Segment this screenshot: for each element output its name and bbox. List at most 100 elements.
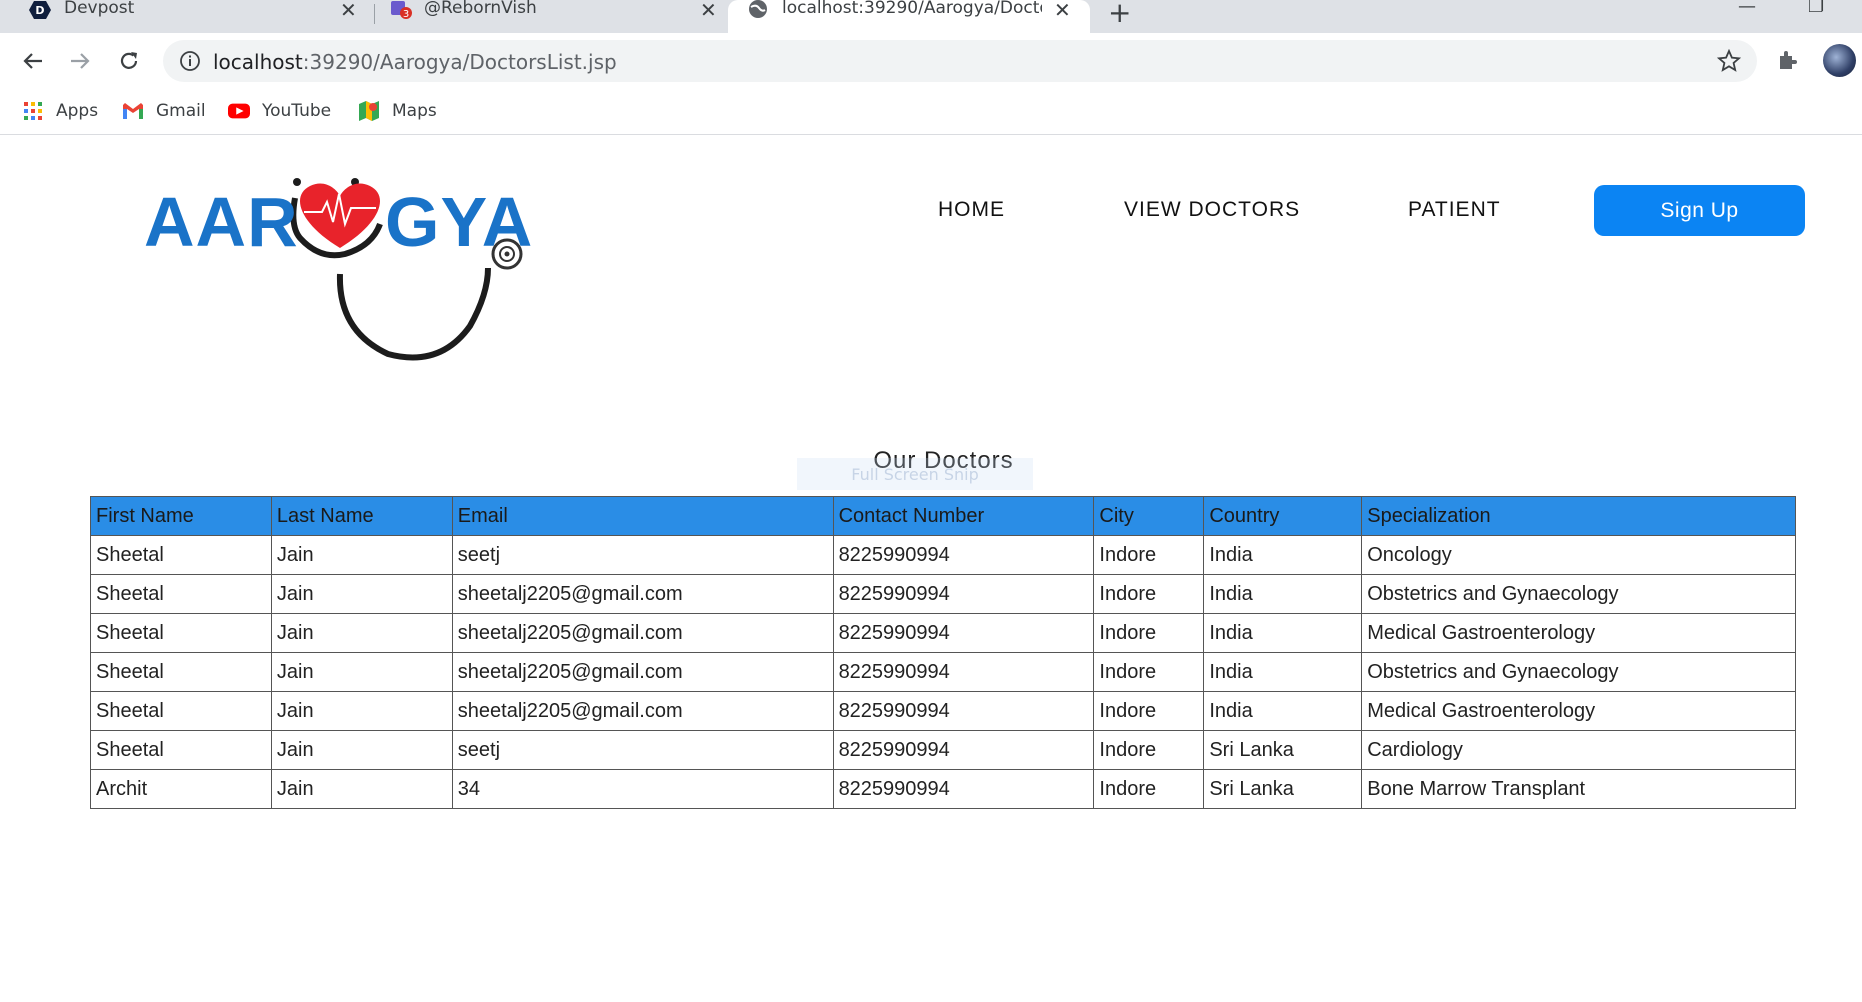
table-row: Sheetal Jain sheetalj2205@gmail.com 8225… [90, 613, 1796, 653]
profile-avatar[interactable] [1823, 44, 1856, 77]
back-arrow-icon[interactable] [18, 46, 48, 76]
cell-country: India [1203, 535, 1363, 575]
url-host: localhost [213, 50, 303, 74]
table-row: Archit Jain 34 8225990994 Indore Sri Lan… [90, 769, 1796, 809]
cell-country: India [1203, 652, 1363, 692]
aarogya-logo[interactable]: AAR GYA [140, 156, 560, 376]
url-path: :39290/Aarogya/DoctorsList.jsp [302, 50, 617, 74]
apps-grid-icon [22, 100, 44, 122]
url-text: localhost:39290/Aarogya/DoctorsList.jsp [213, 50, 617, 74]
cell-city: Indore [1093, 730, 1205, 770]
cell-last-name: Jain [270, 613, 453, 653]
devpost-d-icon: D [28, 0, 52, 20]
page-content: AAR GYA HOME VIEW DOCTORS PATIENT Sign U… [0, 136, 1862, 1002]
bookmark-label: Gmail [156, 101, 206, 121]
bookmark-maps[interactable]: Maps [358, 96, 437, 126]
cell-city: Indore [1093, 574, 1205, 614]
column-header: Last Name [270, 496, 453, 536]
forward-arrow-icon[interactable] [65, 46, 95, 76]
gmail-icon [122, 100, 144, 122]
logo-text-right: GYA [385, 183, 534, 261]
cell-city: Indore [1093, 652, 1205, 692]
address-bar[interactable]: localhost:39290/Aarogya/DoctorsList.jsp [163, 40, 1757, 82]
cell-email: sheetalj2205@gmail.com [451, 691, 834, 731]
tab-devpost[interactable]: D Devpost ✕ [0, 0, 372, 33]
close-icon[interactable]: ✕ [340, 0, 357, 22]
close-icon[interactable]: ✕ [1054, 0, 1071, 22]
cell-email: seetj [451, 730, 834, 770]
svg-text:D: D [35, 4, 44, 17]
cell-contact: 8225990994 [832, 691, 1095, 731]
cell-email: 34 [451, 769, 834, 809]
cell-contact: 8225990994 [832, 769, 1095, 809]
cell-email: sheetalj2205@gmail.com [451, 613, 834, 653]
reload-icon[interactable] [114, 46, 144, 76]
cell-country: India [1203, 613, 1363, 653]
column-header: Country [1203, 496, 1363, 536]
youtube-icon [228, 100, 250, 122]
cell-country: India [1203, 574, 1363, 614]
cell-country: India [1203, 691, 1363, 731]
bookmark-label: Apps [56, 101, 99, 121]
bookmark-label: Maps [392, 101, 437, 121]
cell-last-name: Jain [270, 574, 453, 614]
table-header-row: First Name Last Name Email Contact Numbe… [90, 496, 1796, 536]
cell-specialization: Oncology [1361, 535, 1796, 575]
cell-specialization: Medical Gastroenterology [1361, 613, 1796, 653]
logo-text-left: AAR [144, 183, 299, 261]
cell-city: Indore [1093, 535, 1205, 575]
column-header: Specialization [1361, 496, 1796, 536]
table-row: Sheetal Jain seetj 8225990994 Indore Ind… [90, 535, 1796, 575]
cell-last-name: Jain [270, 652, 453, 692]
info-icon[interactable] [179, 50, 201, 72]
cell-email: seetj [451, 535, 834, 575]
cell-city: Indore [1093, 691, 1205, 731]
cell-last-name: Jain [270, 535, 453, 575]
cell-contact: 8225990994 [832, 574, 1095, 614]
nav-home[interactable]: HOME [938, 198, 1005, 222]
cell-email: sheetalj2205@gmail.com [451, 574, 834, 614]
bookmark-apps[interactable]: Apps [22, 96, 98, 126]
table-row: Sheetal Jain sheetalj2205@gmail.com 8225… [90, 574, 1796, 614]
tab-localhost[interactable]: localhost:39290/Aarogya/Doctor ✕ [728, 0, 1090, 33]
doctors-table: First Name Last Name Email Contact Numbe… [90, 496, 1796, 809]
browser-tab-strip: D Devpost ✕ 3 @RebornVish ✕ localhost:39… [0, 0, 1862, 33]
cell-first-name: Sheetal [90, 730, 272, 770]
cell-contact: 8225990994 [832, 730, 1095, 770]
cell-contact: 8225990994 [832, 652, 1095, 692]
bookmark-youtube[interactable]: YouTube [228, 96, 331, 126]
cell-specialization: Medical Gastroenterology [1361, 691, 1796, 731]
nav-view-doctors[interactable]: VIEW DOCTORS [1124, 198, 1300, 222]
bookmarks-bar: Apps Gmail YouTube Maps [0, 88, 1862, 135]
maps-icon [358, 100, 380, 122]
tab-rebornvish[interactable]: 3 @RebornVish ✕ [362, 0, 732, 33]
cell-first-name: Sheetal [90, 691, 272, 731]
cell-first-name: Sheetal [90, 574, 272, 614]
cell-specialization: Obstetrics and Gynaecology [1361, 652, 1796, 692]
table-row: Sheetal Jain seetj 8225990994 Indore Sri… [90, 730, 1796, 770]
restore-icon[interactable]: ❐ [1808, 0, 1824, 17]
column-header: City [1093, 496, 1205, 536]
cell-city: Indore [1093, 769, 1205, 809]
column-header: Email [451, 496, 834, 536]
cell-specialization: Cardiology [1361, 730, 1796, 770]
minimize-icon[interactable]: — [1738, 0, 1756, 17]
cell-last-name: Jain [270, 730, 453, 770]
bookmark-star-icon[interactable] [1716, 48, 1742, 77]
extensions-puzzle-icon[interactable] [1776, 48, 1800, 76]
cell-contact: 8225990994 [832, 613, 1095, 653]
cell-email: sheetalj2205@gmail.com [451, 652, 834, 692]
table-row: Sheetal Jain sheetalj2205@gmail.com 8225… [90, 652, 1796, 692]
new-tab-plus-icon[interactable]: + [1108, 0, 1131, 29]
cell-first-name: Sheetal [90, 652, 272, 692]
tab-title: localhost:39290/Aarogya/Doctor [782, 0, 1042, 18]
table-row: Sheetal Jain sheetalj2205@gmail.com 8225… [90, 691, 1796, 731]
column-header: First Name [90, 496, 272, 536]
close-icon[interactable]: ✕ [700, 0, 717, 22]
sign-up-button[interactable]: Sign Up [1594, 185, 1805, 236]
cell-specialization: Bone Marrow Transplant [1361, 769, 1796, 809]
cell-country: Sri Lanka [1203, 769, 1363, 809]
nav-patient[interactable]: PATIENT [1408, 198, 1501, 222]
tab-title: @RebornVish [424, 0, 537, 18]
bookmark-gmail[interactable]: Gmail [122, 96, 206, 126]
